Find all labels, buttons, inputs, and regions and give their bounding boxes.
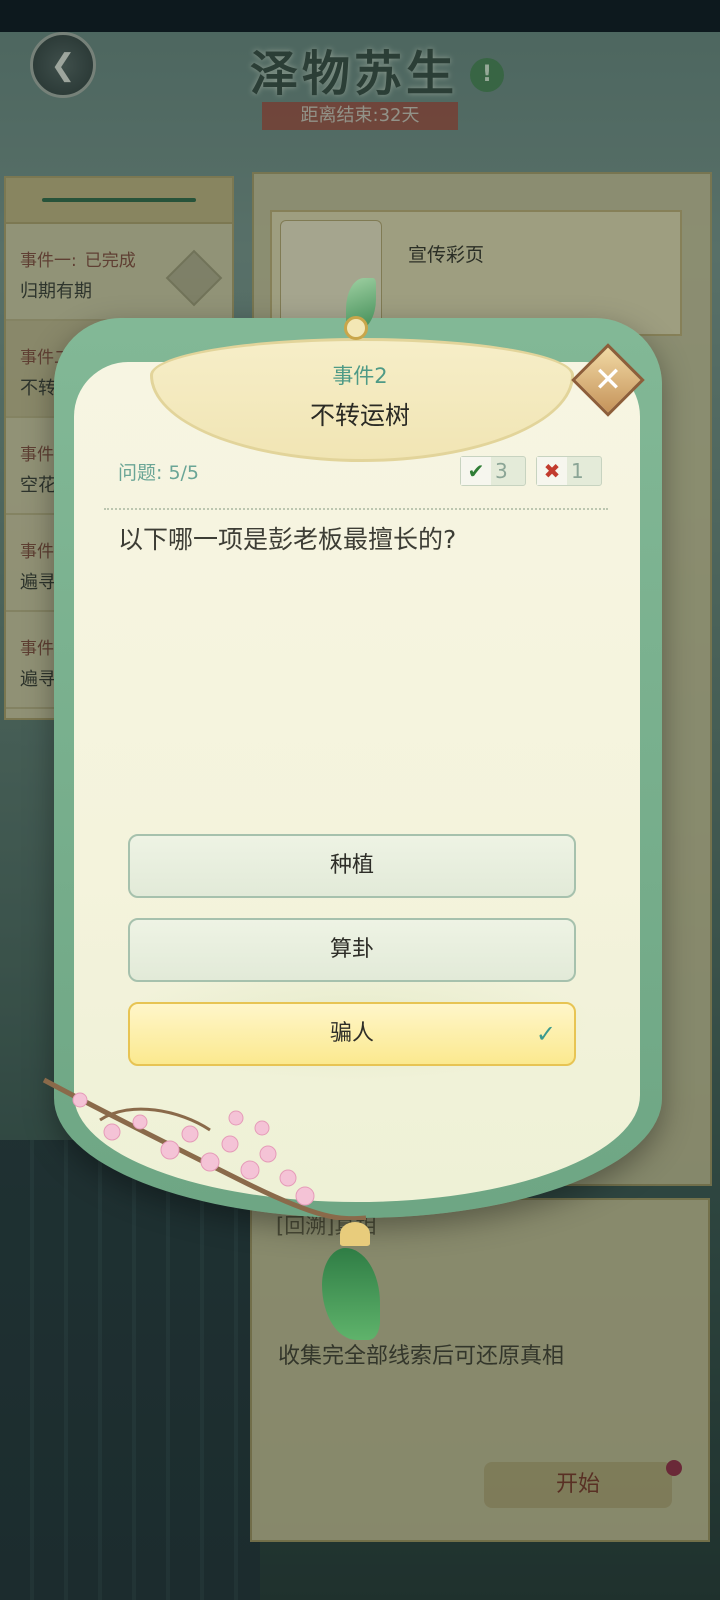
wrong-count: 1 [571, 459, 584, 483]
answer-label: 算卦 [329, 937, 374, 962]
divider [104, 508, 608, 510]
correct-count: 3 [495, 459, 508, 483]
blossom-branch-decoration [42, 1077, 367, 1220]
answer-label: 种植 [329, 853, 374, 878]
cross-icon: ✖ [537, 457, 567, 485]
close-icon[interactable]: ✕ [582, 354, 634, 406]
tassel-cap-ornament [340, 1222, 370, 1246]
question-progress: 问题: 5/5 [118, 462, 200, 484]
ring-ornament [344, 316, 368, 340]
correct-count-badge: ✔ 3 [460, 456, 526, 486]
wrong-count-badge: ✖ 1 [536, 456, 602, 486]
question-text: 以下哪一项是彭老板最擅长的? [118, 525, 457, 554]
answer-label: 骗人 [329, 1021, 374, 1046]
answer-option-1[interactable]: 种植 [128, 834, 576, 898]
answer-option-2[interactable]: 算卦 [128, 918, 576, 982]
check-icon: ✓ [535, 1020, 556, 1048]
check-icon: ✔ [461, 457, 491, 485]
answer-option-3[interactable]: 骗人 ✓ [128, 1002, 576, 1066]
